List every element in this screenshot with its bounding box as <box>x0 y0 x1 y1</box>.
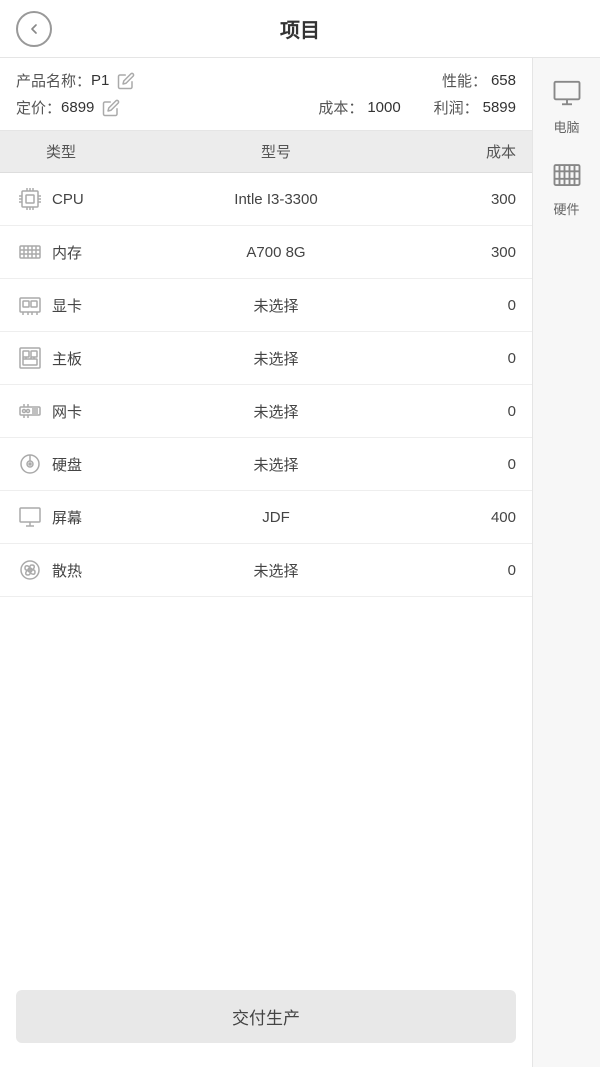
table-row[interactable]: 主板 未选择 0 <box>0 332 532 385</box>
profit-label: 利润： <box>434 97 479 118</box>
col-model: 型号 <box>136 141 416 162</box>
cost-cell-memory: 300 <box>416 244 516 261</box>
table-row[interactable]: 屏幕 JDF 400 <box>0 491 532 544</box>
table-row[interactable]: 内存 A700 8G 300 <box>0 226 532 279</box>
monitor-icon <box>16 503 44 531</box>
back-button[interactable] <box>16 11 52 47</box>
sidebar-item-hardware[interactable]: 硬件 <box>533 152 600 226</box>
model-cell-motherboard: 未选择 <box>136 348 416 369</box>
type-label: 散热 <box>52 560 82 581</box>
type-label: 硬盘 <box>52 454 82 475</box>
cost-value: 1000 <box>367 99 400 116</box>
content-area: 产品名称： P1 性能： 658 定价： 6899 <box>0 58 532 1067</box>
col-cost: 成本 <box>416 141 516 162</box>
profit-value: 5899 <box>483 99 516 116</box>
app-container: 项目 产品名称： P1 性能： 658 <box>0 0 600 1067</box>
cost-cell-network: 0 <box>416 403 516 420</box>
table-row[interactable]: 散热 未选择 0 <box>0 544 532 597</box>
sidebar-label-hardware: 硬件 <box>553 199 579 218</box>
cost-cell-gpu: 0 <box>416 297 516 314</box>
model-cell-monitor: JDF <box>136 509 416 526</box>
page-title: 项目 <box>280 14 320 43</box>
model-cell-cpu: Intle I3-3300 <box>136 191 416 208</box>
price-value: 6899 <box>61 99 94 116</box>
sidebar-item-computer[interactable]: 电脑 <box>533 70 600 144</box>
model-cell-gpu: 未选择 <box>136 295 416 316</box>
sidebar-label-computer: 电脑 <box>553 117 579 136</box>
cost-cell-motherboard: 0 <box>416 350 516 367</box>
type-label: 屏幕 <box>52 507 82 528</box>
type-cell-network: 网卡 <box>16 397 136 425</box>
type-cell-monitor: 屏幕 <box>16 503 136 531</box>
gpu-icon <box>16 291 44 319</box>
components-table: 类型 型号 成本 <box>0 131 532 974</box>
hardware-icon <box>552 160 582 195</box>
type-cell-hdd: 硬盘 <box>16 450 136 478</box>
product-info: 产品名称： P1 性能： 658 定价： 6899 <box>0 58 532 131</box>
motherboard-icon <box>16 344 44 372</box>
header: 项目 <box>0 0 600 58</box>
type-label: 内存 <box>52 242 82 263</box>
table-row[interactable]: CPU Intle I3-3300 300 <box>0 173 532 226</box>
network-icon <box>16 397 44 425</box>
edit-price-icon[interactable] <box>102 99 120 117</box>
performance-value: 658 <box>491 72 516 89</box>
memory-icon <box>16 238 44 266</box>
edit-name-icon[interactable] <box>117 72 135 90</box>
type-cell-cpu: CPU <box>16 185 136 213</box>
product-name-label: 产品名称： <box>16 70 91 91</box>
type-label: 显卡 <box>52 295 82 316</box>
type-cell-fan: 散热 <box>16 556 136 584</box>
product-price-row: 定价： 6899 成本： 1000 利润： 5899 <box>16 97 516 118</box>
model-cell-hdd: 未选择 <box>136 454 416 475</box>
col-type: 类型 <box>16 141 136 162</box>
type-cell-memory: 内存 <box>16 238 136 266</box>
sidebar: 电脑 硬件 <box>532 58 600 1067</box>
cost-label: 成本： <box>318 97 363 118</box>
performance-section: 性能： 658 <box>442 70 516 91</box>
table-row[interactable]: 显卡 未选择 0 <box>0 279 532 332</box>
table-header: 类型 型号 成本 <box>0 131 532 173</box>
cost-cell-fan: 0 <box>416 562 516 579</box>
cost-cell-cpu: 300 <box>416 191 516 208</box>
cost-cell-hdd: 0 <box>416 456 516 473</box>
cost-cell-monitor: 400 <box>416 509 516 526</box>
type-label: 主板 <box>52 348 82 369</box>
submit-button[interactable]: 交付生产 <box>16 990 516 1043</box>
price-label: 定价： <box>16 97 61 118</box>
hdd-icon <box>16 450 44 478</box>
submit-area: 交付生产 <box>0 974 532 1067</box>
type-cell-gpu: 显卡 <box>16 291 136 319</box>
product-name-row: 产品名称： P1 性能： 658 <box>16 70 516 91</box>
type-cell-motherboard: 主板 <box>16 344 136 372</box>
table-row[interactable]: 网卡 未选择 0 <box>0 385 532 438</box>
cost-profit-section: 成本： 1000 利润： 5899 <box>318 97 516 118</box>
performance-label: 性能： <box>442 70 487 91</box>
product-name-value: P1 <box>91 72 109 89</box>
main-content: 产品名称： P1 性能： 658 定价： 6899 <box>0 58 600 1067</box>
cpu-icon <box>16 185 44 213</box>
model-cell-fan: 未选择 <box>136 560 416 581</box>
model-cell-memory: A700 8G <box>136 244 416 261</box>
type-label: 网卡 <box>52 401 82 422</box>
model-cell-network: 未选择 <box>136 401 416 422</box>
computer-icon <box>552 78 582 113</box>
table-row[interactable]: 硬盘 未选择 0 <box>0 438 532 491</box>
fan-icon <box>16 556 44 584</box>
type-label: CPU <box>52 191 84 208</box>
